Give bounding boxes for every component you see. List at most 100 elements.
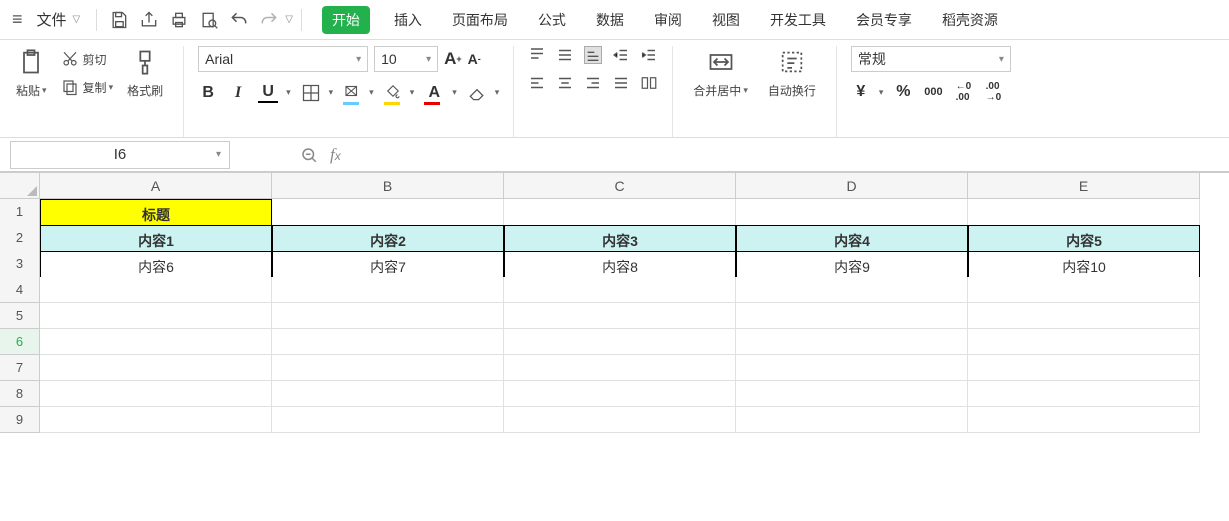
paste-button[interactable]: 粘贴▾ [10,46,53,101]
fill-color-icon[interactable] [384,82,402,103]
cell-B4[interactable] [272,277,504,303]
cell-D8[interactable] [736,381,968,407]
hamburger-icon[interactable]: ≡ [8,9,27,30]
undo-icon[interactable] [225,6,253,34]
qat-dropdown-icon[interactable]: ▽ [285,14,293,25]
select-all-corner[interactable] [0,173,40,199]
cell-E6[interactable] [968,329,1200,355]
redo-icon[interactable] [255,6,283,34]
cell-D7[interactable] [736,355,968,381]
currency-icon[interactable]: ¥ [851,82,871,102]
row-header-6[interactable]: 6 [0,329,40,355]
cell-B6[interactable] [272,329,504,355]
cell-A4[interactable] [40,277,272,303]
col-header-C[interactable]: C [504,173,736,199]
number-format-combo[interactable]: 常规▾ [851,46,1011,72]
row-header-8[interactable]: 8 [0,381,40,407]
row-header-9[interactable]: 9 [0,407,40,433]
comma-style-icon[interactable]: 000 [923,82,943,102]
file-menu-label: 文件 [37,9,67,30]
cell-B8[interactable] [272,381,504,407]
cell-E9[interactable] [968,407,1200,433]
row-header-5[interactable]: 5 [0,303,40,329]
col-header-B[interactable]: B [272,173,504,199]
cell-style-icon[interactable] [343,82,361,103]
bold-icon[interactable]: B [198,83,218,103]
eraser-icon[interactable] [467,83,487,103]
col-header-D[interactable]: D [736,173,968,199]
tab-developer[interactable]: 开发工具 [764,6,832,34]
row-header-4[interactable]: 4 [0,277,40,303]
decrease-decimal-icon[interactable]: .00→0 [983,82,1003,102]
format-painter-button[interactable]: 格式刷 [121,46,169,101]
cell-A6[interactable] [40,329,272,355]
align-middle-icon[interactable] [556,46,574,64]
merge-center-button[interactable]: 合并居中▾ [687,46,754,101]
cell-B5[interactable] [272,303,504,329]
cell-D9[interactable] [736,407,968,433]
align-bottom-icon[interactable] [584,46,602,64]
tab-formulas[interactable]: 公式 [532,6,572,34]
name-box[interactable]: I6 ▾ [10,141,230,169]
print-icon[interactable] [165,6,193,34]
col-header-A[interactable]: A [40,173,272,199]
cancel-fx-icon[interactable] [300,146,318,164]
cell-A8[interactable] [40,381,272,407]
wrap-text-button[interactable]: 自动换行 [762,46,822,101]
tab-member[interactable]: 会员专享 [850,6,918,34]
tab-view[interactable]: 视图 [706,6,746,34]
cell-B7[interactable] [272,355,504,381]
fx-icon[interactable]: fx [330,145,341,165]
print-preview-icon[interactable] [195,6,223,34]
tab-data[interactable]: 数据 [590,6,630,34]
cell-B9[interactable] [272,407,504,433]
cell-C5[interactable] [504,303,736,329]
percent-icon[interactable]: % [893,82,913,102]
cell-A5[interactable] [40,303,272,329]
cut-button[interactable]: 剪切 [59,48,116,70]
decrease-font-icon[interactable]: A- [468,51,481,67]
copy-button[interactable]: 复制▾ [59,76,116,98]
italic-icon[interactable]: I [228,83,248,103]
cell-D4[interactable] [736,277,968,303]
cell-C8[interactable] [504,381,736,407]
align-left-icon[interactable] [528,74,546,92]
tab-review[interactable]: 审阅 [648,6,688,34]
cell-A9[interactable] [40,407,272,433]
underline-icon[interactable]: U [258,83,278,103]
align-top-icon[interactable] [528,46,546,64]
file-menu-button[interactable]: 文件 ▽ [29,5,89,34]
formula-input[interactable] [341,141,1229,169]
tab-insert[interactable]: 插入 [388,6,428,34]
font-name-combo[interactable]: Arial▾ [198,46,368,72]
cell-C4[interactable] [504,277,736,303]
decrease-indent-icon[interactable] [612,46,630,64]
cell-C7[interactable] [504,355,736,381]
cell-E7[interactable] [968,355,1200,381]
align-right-icon[interactable] [584,74,602,92]
cell-A7[interactable] [40,355,272,381]
font-color-icon[interactable]: A [424,83,444,103]
cell-E4[interactable] [968,277,1200,303]
increase-decimal-icon[interactable]: ←0.00 [953,82,973,102]
increase-indent-icon[interactable] [640,46,658,64]
cell-C6[interactable] [504,329,736,355]
tab-page-layout[interactable]: 页面布局 [446,6,514,34]
cell-C9[interactable] [504,407,736,433]
share-icon[interactable] [135,6,163,34]
borders-icon[interactable] [301,83,321,103]
justify-icon[interactable] [612,74,630,92]
distribute-icon[interactable] [640,74,658,92]
font-size-combo[interactable]: 10▾ [374,46,438,72]
tab-home[interactable]: 开始 [322,6,370,34]
col-header-E[interactable]: E [968,173,1200,199]
cell-D5[interactable] [736,303,968,329]
save-icon[interactable] [105,6,133,34]
row-header-7[interactable]: 7 [0,355,40,381]
increase-font-icon[interactable]: A+ [444,49,462,69]
cell-D6[interactable] [736,329,968,355]
cell-E5[interactable] [968,303,1200,329]
align-center-icon[interactable] [556,74,574,92]
tab-resources[interactable]: 稻壳资源 [936,6,1004,34]
cell-E8[interactable] [968,381,1200,407]
